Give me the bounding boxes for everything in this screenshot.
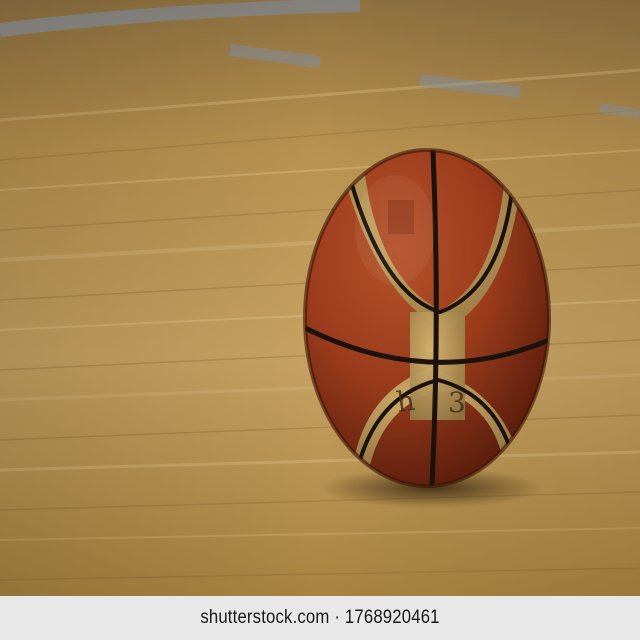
basketball-photo: h 3	[0, 0, 640, 596]
watermark-bar: shutterstock.com · 1768920461	[0, 596, 640, 640]
photo-canvas: h 3	[0, 0, 640, 596]
image-frame: h 3 shutterstock.com · 1768920461	[0, 0, 640, 640]
watermark-text: shutterstock.com · 1768920461	[200, 607, 440, 628]
basketball-icon: h 3	[303, 148, 551, 488]
svg-text:3: 3	[448, 386, 466, 419]
